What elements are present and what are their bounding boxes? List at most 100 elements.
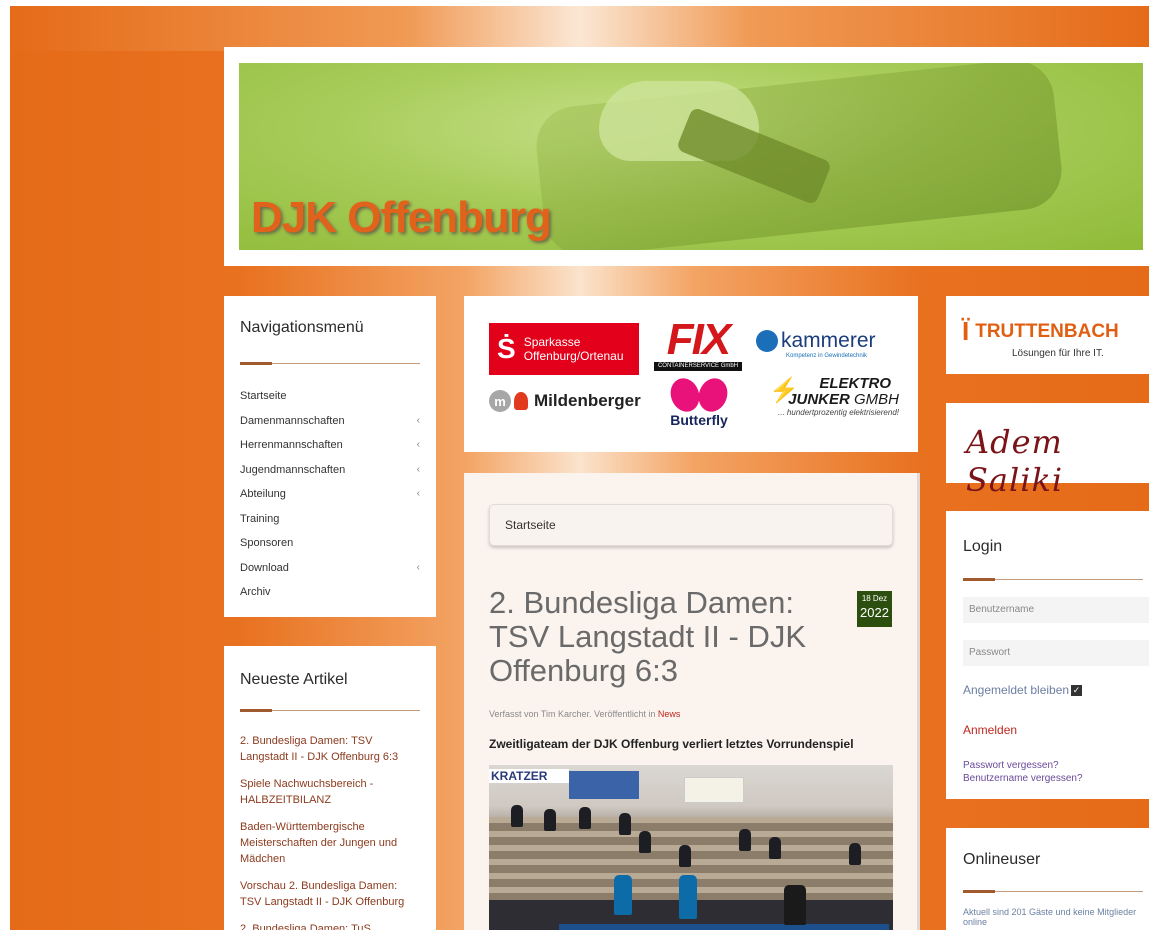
nav-item-label: Sponsoren <box>240 537 294 549</box>
sparkasse-region: Offenburg/Ortenau <box>523 349 624 363</box>
photo-spectator <box>679 845 691 867</box>
remember-me-checkbox[interactable]: ✓ <box>1071 684 1083 696</box>
login-divider <box>963 578 1143 581</box>
latest-articles-heading: Neueste Artikel <box>240 671 348 688</box>
mildenberger-logo[interactable]: m Mildenberger <box>489 390 641 412</box>
junker-gmbh: GMBH <box>854 391 899 408</box>
photo-spectator <box>739 829 751 851</box>
latest-article-link[interactable]: 2. Bundesliga Damen: TSV Langstadt II - … <box>240 733 420 765</box>
kammerer-logo[interactable]: kammerer Kompetenz in Gewindetechnik <box>756 329 896 359</box>
truttenbach-icon: Ϊ <box>962 316 970 346</box>
fix-subtitle: CONTAINERSERVICE GmbH <box>654 362 742 371</box>
nav-item-label: Abteilung <box>240 488 286 500</box>
username-input[interactable]: Benutzername <box>963 597 1149 623</box>
kammerer-wordmark: kammerer <box>781 329 876 352</box>
article-lead: Zweitligateam der DJK Offenburg verliert… <box>489 737 854 751</box>
breadcrumb-current[interactable]: Startseite <box>505 518 556 532</box>
forgot-password-link[interactable]: Passwort vergessen? <box>963 759 1149 772</box>
nav-item-damenmannschaften[interactable]: Damenmannschaften ‹ <box>240 409 420 434</box>
nav-item-startseite[interactable]: Startseite <box>240 384 420 409</box>
elektro-junker-logo[interactable]: ⚡ ELEKTRO JUNKER GMBH ... hundertprozent… <box>759 376 899 417</box>
online-users-divider <box>963 890 1143 893</box>
sponsors-box: Ṡ Sparkasse Offenburg/Ortenau FIX CONTAI… <box>464 296 918 452</box>
nav-item-label: Startseite <box>240 390 287 402</box>
breadcrumb: Startseite <box>489 504 893 546</box>
sparkasse-icon: Ṡ <box>497 333 516 364</box>
nav-menu-box: Navigationsmenü Startseite Damenmannschaf… <box>224 296 436 617</box>
sparkasse-logo[interactable]: Ṡ Sparkasse Offenburg/Ortenau <box>489 323 639 375</box>
photo-ad-banner <box>684 777 744 803</box>
latest-articles-list: 2. Bundesliga Damen: TSV Langstadt II - … <box>240 733 420 930</box>
main-content: Startseite 2. Bundesliga Damen: TSV Lang… <box>464 473 920 930</box>
forgot-username-link[interactable]: Benutzername vergessen? <box>963 772 1149 785</box>
truttenbach-ad[interactable]: Ϊ TRUTTENBACH Lösungen für Ihre IT. <box>946 296 1149 374</box>
nav-item-herrenmannschaften[interactable]: Herrenmannschaften ‹ <box>240 433 420 458</box>
adem-saliki-signature: Adem Saliki <box>966 423 1064 499</box>
login-heading: Login <box>963 538 1003 555</box>
password-input[interactable]: Passwort <box>963 640 1149 666</box>
chevron-left-icon[interactable]: ‹ <box>417 409 420 434</box>
truttenbach-name: TRUTTENBACH <box>975 320 1119 342</box>
fix-wordmark: FIX <box>666 315 731 364</box>
nav-menu-list: Startseite Damenmannschaften ‹ Herrenmannsc… <box>240 384 420 605</box>
mildenberger-m-icon: m <box>489 390 511 412</box>
truttenbach-slogan: Lösungen für Ihre IT. <box>1012 348 1104 359</box>
nav-item-jugendmannschaften[interactable]: Jugendmannschaften ‹ <box>240 458 420 483</box>
chevron-left-icon[interactable]: ‹ <box>417 482 420 507</box>
nav-menu-divider <box>240 362 420 365</box>
online-users-text: Aktuell sind 201 Gäste und keine Mitglie… <box>963 907 1137 927</box>
adem-saliki-ad[interactable]: Adem Saliki <box>946 403 1149 499</box>
junker-slogan: ... hundertprozentig elektrisierend! <box>778 408 899 417</box>
nav-item-label: Damenmannschaften <box>240 414 345 427</box>
nav-item-archiv[interactable]: Archiv <box>240 580 420 605</box>
date-badge: 18 Dez 2022 <box>857 591 892 627</box>
lightning-bolt-icon: ⚡ <box>769 377 799 404</box>
online-users-heading: Onlineuser <box>963 851 1041 868</box>
nav-item-label: Herrenmannschaften <box>240 439 343 451</box>
chevron-left-icon[interactable]: ‹ <box>417 458 420 483</box>
nav-item-label: Archiv <box>240 586 271 598</box>
chevron-left-icon[interactable]: ‹ <box>417 556 420 581</box>
photo-spectator <box>619 813 631 835</box>
site-header: DJK Offenburg <box>224 47 1149 266</box>
latest-article-link[interactable]: Spiele Nachwuchsbereich - HALBZEITBILANZ <box>240 776 420 808</box>
photo-spectator <box>579 807 591 829</box>
date-day-month: 18 Dez <box>861 594 888 603</box>
photo-player <box>784 885 806 925</box>
nav-item-training[interactable]: Training <box>240 507 420 532</box>
remember-me-label: Angemeldet bleiben <box>963 683 1070 697</box>
latest-article-link[interactable]: 2. Bundesliga Damen: TuS <box>240 921 420 930</box>
nav-item-label: Download <box>240 561 289 574</box>
butterfly-logo[interactable]: Butterfly <box>664 374 734 428</box>
site-title[interactable]: DJK Offenburg <box>251 193 552 243</box>
article-title[interactable]: 2. Bundesliga Damen: TSV Langstadt II - … <box>489 586 849 688</box>
latest-article-link[interactable]: Baden-Württembergische Meisterschaften d… <box>240 819 420 867</box>
sparkasse-name: Sparkasse <box>523 335 581 349</box>
photo-player <box>614 875 632 915</box>
latest-article-link[interactable]: Vorschau 2. Bundesliga Damen: TSV Langst… <box>240 878 420 910</box>
nav-item-download[interactable]: Download ‹ <box>240 556 420 581</box>
nav-item-abteilung[interactable]: Abteilung ‹ <box>240 482 420 507</box>
latest-articles-box: Neueste Artikel 2. Bundesliga Damen: TSV… <box>224 646 436 930</box>
latest-articles-divider <box>240 709 420 712</box>
chevron-left-icon[interactable]: ‹ <box>417 433 420 458</box>
photo-table <box>559 924 889 930</box>
fix-containerservice-logo[interactable]: FIX CONTAINERSERVICE GmbH <box>654 318 742 374</box>
nav-item-sponsoren[interactable]: Sponsoren <box>240 531 420 556</box>
remember-me[interactable]: Angemeldet bleiben ✓ <box>963 683 1149 697</box>
mildenberger-flame-icon <box>514 392 528 410</box>
login-box: Login Benutzername Passwort Angemeldet b… <box>946 511 1149 799</box>
login-submit-button[interactable]: Anmelden <box>963 723 1149 737</box>
article-photo[interactable]: KRATZER <box>489 765 893 930</box>
article-author-line: Verfasst von Tim Karcher. Veröffentlicht… <box>489 709 658 719</box>
article-category-link[interactable]: News <box>658 709 681 719</box>
nav-item-label: Training <box>240 512 280 525</box>
kammerer-subtitle: Kompetenz in Gewindetechnik <box>786 353 868 359</box>
date-year: 2022 <box>860 605 889 620</box>
photo-kratzer-banner: KRATZER <box>489 769 569 783</box>
article-meta: Verfasst von Tim Karcher. Veröffentlicht… <box>489 709 680 719</box>
kammerer-icon <box>756 330 778 352</box>
online-users-box: Onlineuser Aktuell sind 201 Gäste und ke… <box>946 828 1149 930</box>
photo-player <box>679 875 697 919</box>
header-banner[interactable]: DJK Offenburg <box>239 63 1143 250</box>
